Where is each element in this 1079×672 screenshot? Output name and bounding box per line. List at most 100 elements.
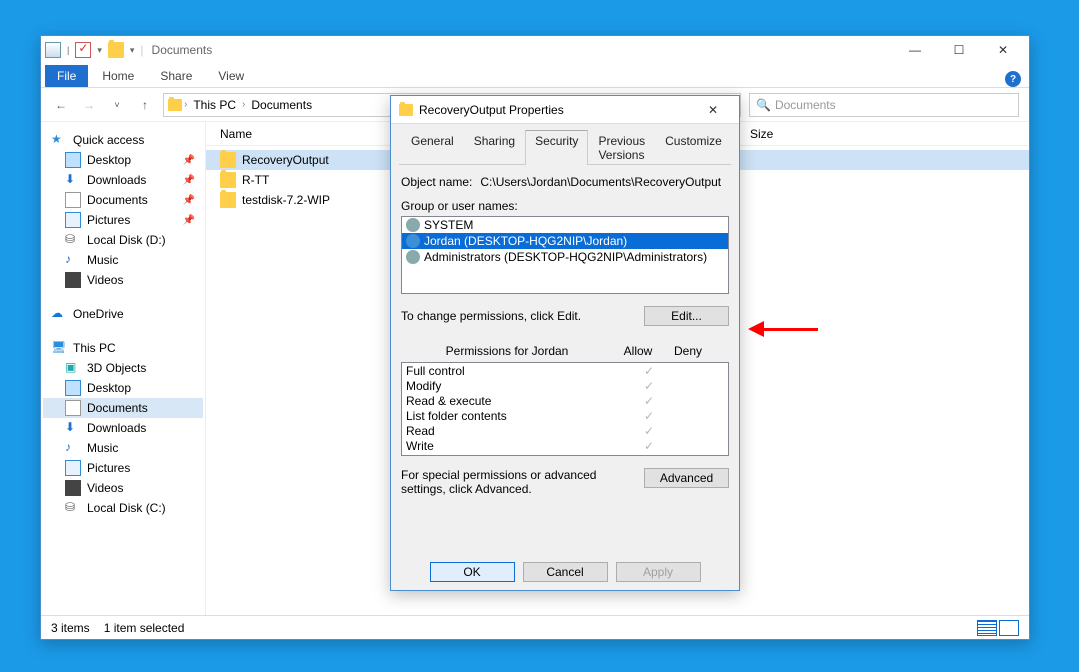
annotation-arrow (740, 323, 818, 335)
perm-row: Read & execute✓ (402, 393, 728, 408)
properties-tabs: General Sharing Security Previous Versio… (399, 130, 731, 165)
user-row-system[interactable]: SYSTEM (402, 217, 728, 233)
folder-icon (108, 42, 124, 58)
window-title: Documents (152, 43, 213, 57)
perm-row: Write✓ (402, 438, 728, 453)
nav-local-c[interactable]: ⛁Local Disk (C:) (43, 498, 203, 518)
qat-dropdown2-icon[interactable]: ▾ (130, 45, 135, 56)
properties-icon[interactable] (45, 42, 61, 58)
advanced-hint: For special permissions or advanced sett… (401, 468, 636, 496)
advanced-button[interactable]: Advanced (644, 468, 729, 488)
nav-downloads[interactable]: ⬇Downloads📌 (43, 170, 203, 190)
disk-icon: ⛁ (65, 232, 81, 248)
pictures-icon (65, 212, 81, 228)
crumb-thispc[interactable]: This PC (189, 98, 240, 112)
nav-music2[interactable]: ♪Music (43, 438, 203, 458)
nav-local-d[interactable]: ⛁Local Disk (D:) (43, 230, 203, 250)
help-icon[interactable]: ? (1005, 71, 1021, 87)
col-size[interactable]: Size (750, 127, 773, 141)
tab-home[interactable]: Home (90, 65, 146, 87)
tab-security[interactable]: Security (525, 130, 588, 165)
nav-videos2[interactable]: Videos (43, 478, 203, 498)
cube-icon: ▣ (65, 360, 81, 376)
nav-3dobjects[interactable]: ▣3D Objects (43, 358, 203, 378)
item-count: 3 items (51, 621, 90, 635)
back-button[interactable]: ← (51, 95, 71, 115)
document-icon (65, 400, 81, 416)
explorer-titlebar[interactable]: | ✓ ▾ ▾ | Documents — ☐ ✕ (41, 36, 1029, 64)
pin-icon: 📌 (183, 155, 195, 166)
qat-dropdown-icon[interactable]: ▾ (97, 45, 102, 56)
desktop-icon (65, 380, 81, 396)
nav-music[interactable]: ♪Music (43, 250, 203, 270)
users-listbox[interactable]: SYSTEM Jordan (DESKTOP-HQG2NIP\Jordan) A… (401, 216, 729, 294)
nav-pictures2[interactable]: Pictures (43, 458, 203, 478)
checkbox-icon[interactable]: ✓ (75, 42, 91, 58)
nav-downloads2[interactable]: ⬇Downloads (43, 418, 203, 438)
icons-view-button[interactable] (999, 620, 1019, 636)
recent-dropdown-icon[interactable]: ˅ (107, 95, 127, 115)
tab-share[interactable]: Share (148, 65, 204, 87)
tab-view[interactable]: View (206, 65, 256, 87)
close-button[interactable]: ✕ (981, 38, 1025, 62)
tab-previous-versions[interactable]: Previous Versions (588, 130, 655, 165)
music-icon: ♪ (65, 252, 81, 268)
tab-sharing[interactable]: Sharing (464, 130, 525, 165)
nav-documents2[interactable]: Documents (43, 398, 203, 418)
forward-button[interactable]: → (79, 95, 99, 115)
permissions-listbox[interactable]: Full control✓ Modify✓ Read & execute✓ Li… (401, 362, 729, 456)
search-placeholder: Documents (775, 98, 836, 112)
crumb-documents[interactable]: Documents (247, 98, 316, 112)
close-button[interactable]: ✕ (691, 98, 735, 122)
perm-row: Full control✓ (402, 363, 728, 378)
perm-row: Modify✓ (402, 378, 728, 393)
object-name-label: Object name: (401, 175, 472, 189)
status-bar: 3 items 1 item selected (41, 615, 1029, 639)
pin-icon: 📌 (183, 175, 195, 186)
selection-count: 1 item selected (104, 621, 185, 635)
details-view-button[interactable] (977, 620, 997, 636)
video-icon (65, 480, 81, 496)
tab-general[interactable]: General (401, 130, 464, 165)
ok-button[interactable]: OK (430, 562, 515, 582)
tab-customize[interactable]: Customize (655, 130, 732, 165)
apply-button[interactable]: Apply (616, 562, 701, 582)
nav-desktop2[interactable]: Desktop (43, 378, 203, 398)
navigation-pane[interactable]: ★Quick access Desktop📌 ⬇Downloads📌 Docum… (41, 122, 206, 615)
up-button[interactable]: ↑ (135, 95, 155, 115)
deny-header: Deny (663, 344, 713, 358)
user-row-administrators[interactable]: Administrators (DESKTOP-HQG2NIP\Administ… (402, 249, 728, 265)
tab-file[interactable]: File (45, 65, 88, 87)
properties-dialog: RecoveryOutput Properties ✕ General Shar… (390, 95, 740, 591)
user-icon (406, 234, 420, 248)
user-row-jordan[interactable]: Jordan (DESKTOP-HQG2NIP\Jordan) (402, 233, 728, 249)
pictures-icon (65, 460, 81, 476)
properties-titlebar[interactable]: RecoveryOutput Properties ✕ (391, 96, 739, 124)
group-icon (406, 250, 420, 264)
nav-documents[interactable]: Documents📌 (43, 190, 203, 210)
check-icon: ✓ (624, 409, 674, 423)
document-icon (65, 192, 81, 208)
ribbon-tabs: File Home Share View ? (41, 64, 1029, 88)
edit-button[interactable]: Edit... (644, 306, 729, 326)
quick-access[interactable]: ★Quick access (43, 130, 203, 150)
nav-videos[interactable]: Videos (43, 270, 203, 290)
nav-desktop[interactable]: Desktop📌 (43, 150, 203, 170)
folder-icon (220, 192, 236, 208)
nav-onedrive[interactable]: ☁OneDrive (43, 304, 203, 324)
cancel-button[interactable]: Cancel (523, 562, 608, 582)
perm-row: Read✓ (402, 423, 728, 438)
star-icon: ★ (51, 132, 67, 148)
nav-pictures[interactable]: Pictures📌 (43, 210, 203, 230)
allow-header: Allow (613, 344, 663, 358)
video-icon (65, 272, 81, 288)
search-input[interactable]: 🔍 Documents (749, 93, 1019, 117)
pin-icon: 📌 (183, 195, 195, 206)
change-permissions-hint: To change permissions, click Edit. (401, 309, 636, 323)
maximize-button[interactable]: ☐ (937, 38, 981, 62)
minimize-button[interactable]: — (893, 38, 937, 62)
check-icon: ✓ (624, 394, 674, 408)
nav-thispc[interactable]: 🖥This PC (43, 338, 203, 358)
disk-icon: ⛁ (65, 500, 81, 516)
perm-row: List folder contents✓ (402, 408, 728, 423)
